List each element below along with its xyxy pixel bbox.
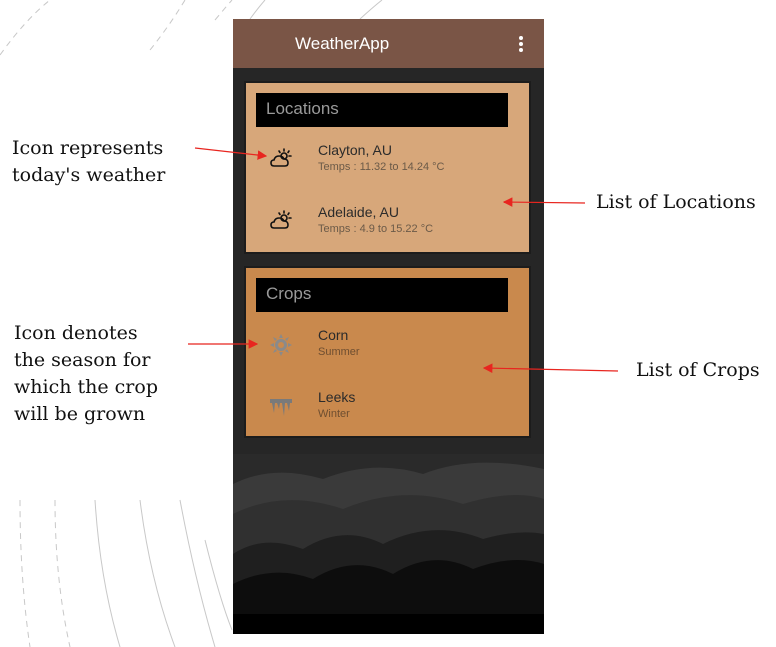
- crops-header: Crops: [256, 278, 508, 312]
- annotation-crops-list: List of Crops: [636, 359, 760, 381]
- annotation-season-icon: Icon denotes the season for which the cr…: [14, 322, 158, 425]
- more-vert-icon[interactable]: [518, 36, 524, 52]
- crop-name: Leeks: [318, 389, 356, 405]
- crops-card: Crops Corn Summer Leeks Winter: [244, 266, 531, 438]
- location-name: Adelaide, AU: [318, 204, 399, 220]
- location-item-clayton[interactable]: Clayton, AU Temps : 11.32 to 14.24 °C: [246, 135, 529, 185]
- locations-card: Locations Clayton, AU Temps : 11.32 to 1…: [244, 81, 531, 254]
- crop-name: Corn: [318, 327, 349, 343]
- locations-header: Locations: [256, 93, 508, 127]
- icicles-icon: [270, 399, 292, 416]
- app-bar: WeatherApp: [233, 19, 544, 68]
- location-item-adelaide[interactable]: Adelaide, AU Temps : 4.9 to 15.22 °C: [246, 197, 529, 247]
- location-name: Clayton, AU: [318, 142, 392, 158]
- mountain-background: [233, 454, 544, 634]
- crop-item-corn[interactable]: Corn Summer: [246, 320, 529, 370]
- crop-item-leeks[interactable]: Leeks Winter: [246, 382, 529, 432]
- phone-screen: WeatherApp Locations Clayton, AU Temps :…: [233, 19, 544, 634]
- location-temps: Temps : 11.32 to 14.24 °C: [318, 161, 445, 173]
- crop-season: Winter: [318, 408, 350, 420]
- annotation-weather-icon: Icon represents today's weather: [12, 137, 166, 186]
- annotation-locations-list: List of Locations: [596, 191, 756, 213]
- partly-cloudy-icon: [270, 210, 292, 229]
- partly-cloudy-icon: [270, 148, 292, 167]
- app-title: WeatherApp: [295, 34, 390, 53]
- location-temps: Temps : 4.9 to 15.22 °C: [318, 223, 434, 235]
- sun-icon: [270, 334, 292, 356]
- crop-season: Summer: [318, 346, 360, 358]
